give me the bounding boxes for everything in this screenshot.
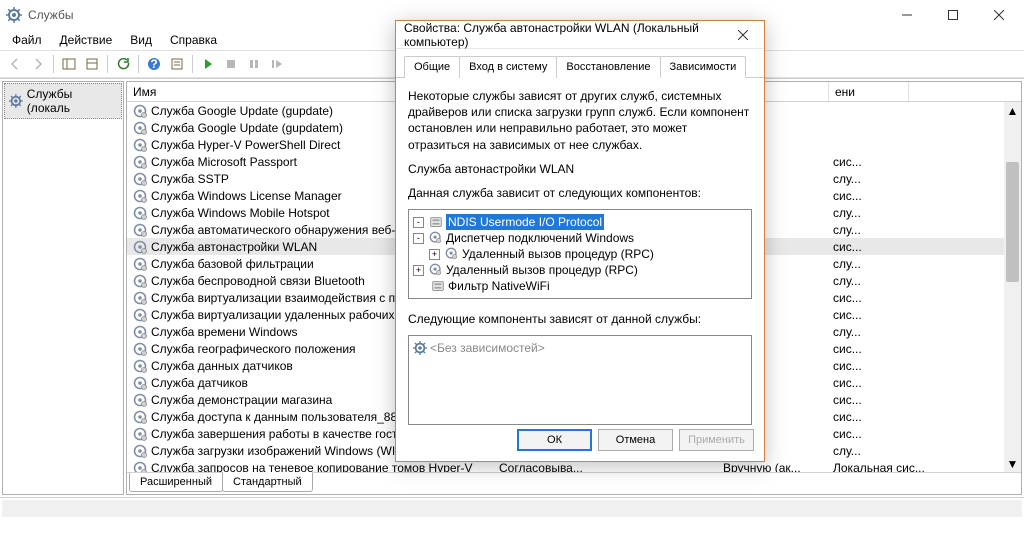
menu-file[interactable]: Файл xyxy=(4,31,50,49)
dialog-tabs: Общие Вход в систему Восстановление Зави… xyxy=(396,49,764,78)
tree-item[interactable]: -NDIS Usermode I/O Protocol xyxy=(413,214,747,230)
service-icon xyxy=(133,444,147,458)
dialog-close-button[interactable] xyxy=(730,25,756,45)
tab-extended[interactable]: Расширенный xyxy=(129,473,223,492)
expander-icon[interactable]: + xyxy=(413,265,424,276)
hscrollbar[interactable] xyxy=(2,500,1022,517)
depends-on-label: Данная служба зависит от следующих компо… xyxy=(408,185,752,201)
dialog-titlebar[interactable]: Свойства: Служба автонастройки WLAN (Лок… xyxy=(396,21,764,49)
col-logon[interactable]: ени xyxy=(829,82,909,101)
scroll-up-icon[interactable]: ▲ xyxy=(1004,102,1021,119)
svg-text:?: ? xyxy=(150,57,157,71)
service-icon xyxy=(133,410,147,424)
minimize-button[interactable] xyxy=(884,0,930,30)
menu-action[interactable]: Действие xyxy=(52,31,121,49)
scroll-down-icon[interactable]: ▼ xyxy=(1004,455,1021,472)
service-icon xyxy=(133,461,147,473)
cancel-button[interactable]: Отмена xyxy=(598,429,673,451)
tab-dependencies[interactable]: Зависимости xyxy=(660,56,747,78)
gear-icon xyxy=(429,263,443,277)
service-icon xyxy=(133,104,147,118)
dialog-buttons: ОК Отмена Применить xyxy=(517,429,754,451)
ok-button[interactable]: ОК xyxy=(517,429,592,451)
dialog-title: Свойства: Служба автонастройки WLAN (Лок… xyxy=(404,21,730,49)
service-icon xyxy=(133,291,147,305)
service-icon xyxy=(133,393,147,407)
service-icon xyxy=(133,206,147,220)
service-icon xyxy=(133,138,147,152)
menu-help[interactable]: Справка xyxy=(162,31,225,49)
vscrollbar[interactable]: ▲ ▼ xyxy=(1004,102,1021,472)
service-icon xyxy=(133,240,147,254)
pause-button[interactable] xyxy=(243,53,265,75)
stop-button[interactable] xyxy=(220,53,242,75)
expander-icon[interactable]: - xyxy=(413,233,424,244)
separator xyxy=(192,55,193,73)
service-icon xyxy=(133,121,147,135)
export-button[interactable] xyxy=(81,53,103,75)
dep-service-name: Служба автонастройки WLAN xyxy=(408,161,752,177)
refresh-button[interactable] xyxy=(112,53,134,75)
tree-item[interactable]: Фильтр NativeWiFi xyxy=(413,278,747,294)
service-icon xyxy=(133,172,147,186)
service-icon xyxy=(133,325,147,339)
expander-icon[interactable]: + xyxy=(429,249,440,260)
service-icon xyxy=(133,376,147,390)
no-dependencies: <Без зависимостей> xyxy=(430,340,545,356)
tab-general[interactable]: Общие xyxy=(404,56,460,78)
tree-item[interactable]: +Удаленный вызов процедур (RPC) xyxy=(413,262,747,278)
start-button[interactable] xyxy=(197,53,219,75)
dependents-tree[interactable]: <Без зависимостей> xyxy=(408,335,752,425)
service-icon xyxy=(133,257,147,271)
driver-icon xyxy=(431,279,445,293)
scroll-thumb[interactable] xyxy=(1006,162,1019,282)
forward-button[interactable] xyxy=(27,53,49,75)
properties-dialog: Свойства: Служба автонастройки WLAN (Лок… xyxy=(395,20,765,462)
view-tabs: Расширенный Стандартный xyxy=(127,472,1021,494)
gear-icon xyxy=(429,231,443,245)
nav-tree[interactable]: Службы (локаль xyxy=(2,81,124,495)
gear-icon xyxy=(413,341,427,355)
driver-icon xyxy=(429,215,443,229)
separator xyxy=(107,55,108,73)
dialog-body: Некоторые службы зависят от других служб… xyxy=(396,78,764,435)
service-icon xyxy=(133,427,147,441)
service-icon xyxy=(133,223,147,237)
close-button[interactable] xyxy=(976,0,1022,30)
dependents-label: Следующие компоненты зависят от данной с… xyxy=(408,311,752,327)
service-icon xyxy=(133,308,147,322)
tree-item[interactable]: -Диспетчер подключений Windows xyxy=(413,230,747,246)
tab-logon[interactable]: Вход в систему xyxy=(459,56,557,78)
service-icon xyxy=(133,189,147,203)
gear-icon xyxy=(9,94,23,108)
separator xyxy=(53,55,54,73)
restart-button[interactable] xyxy=(266,53,288,75)
show-hide-button[interactable] xyxy=(58,53,80,75)
tab-recovery[interactable]: Восстановление xyxy=(556,56,660,78)
tree-item[interactable]: +Удаленный вызов процедур (RPC) xyxy=(413,246,747,262)
app-icon xyxy=(6,7,22,23)
service-icon xyxy=(133,274,147,288)
back-button[interactable] xyxy=(4,53,26,75)
gear-icon xyxy=(445,247,459,261)
dep-intro: Некоторые службы зависят от других служб… xyxy=(408,88,752,153)
menu-view[interactable]: Вид xyxy=(122,31,160,49)
depends-on-tree[interactable]: -NDIS Usermode I/O Protocol-Диспетчер по… xyxy=(408,209,752,299)
maximize-button[interactable] xyxy=(930,0,976,30)
tab-standard[interactable]: Стандартный xyxy=(222,472,313,492)
service-icon xyxy=(133,155,147,169)
expander-icon[interactable]: - xyxy=(413,217,424,228)
service-icon xyxy=(133,359,147,373)
help-button[interactable]: ? xyxy=(143,53,165,75)
nav-services-local[interactable]: Службы (локаль xyxy=(4,83,122,119)
separator xyxy=(138,55,139,73)
properties-button[interactable] xyxy=(166,53,188,75)
apply-button[interactable]: Применить xyxy=(679,429,754,451)
service-icon xyxy=(133,342,147,356)
